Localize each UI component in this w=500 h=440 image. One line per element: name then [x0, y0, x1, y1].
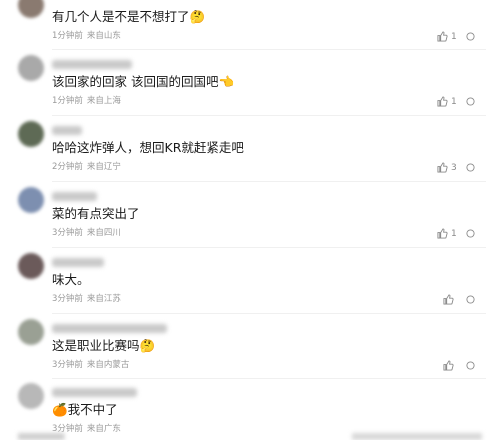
divider: [52, 49, 486, 50]
like-button[interactable]: 1: [437, 96, 457, 107]
comment-time: 3分钟前: [52, 294, 83, 304]
thumbs-up-icon: [437, 31, 448, 42]
reply-icon[interactable]: [466, 97, 475, 106]
comment-location: 来自四川: [86, 228, 121, 238]
comment-time: 1分钟前: [52, 96, 83, 106]
divider: [52, 181, 486, 182]
comment-meta: 3分钟前 来自内蒙古: [52, 360, 129, 371]
like-count: 3: [451, 162, 457, 173]
avatar[interactable]: [18, 55, 44, 81]
reply-icon[interactable]: [466, 229, 475, 238]
like-button[interactable]: 1: [437, 31, 457, 42]
username[interactable]: [52, 192, 97, 201]
bottom-blur-strip: [18, 433, 482, 440]
thumbs-up-icon: [437, 96, 448, 107]
comment-text: 哈哈这炸弹人，想回KR就赶紧走吧: [52, 140, 244, 155]
divider: [52, 378, 486, 379]
comment-location: 来自辽宁: [86, 162, 121, 172]
comment-meta: 1分钟前 来自山东: [52, 31, 121, 42]
comment-location: 来自山东: [86, 31, 121, 41]
username[interactable]: [52, 126, 82, 135]
comment-location: 来自上海: [86, 96, 121, 106]
comment-text: 菜的有点突出了: [52, 206, 140, 221]
avatar[interactable]: [18, 0, 44, 18]
like-button[interactable]: [443, 294, 454, 305]
comment-time: 3分钟前: [52, 360, 83, 370]
comment-text: 这是职业比赛吗🤔: [52, 338, 156, 353]
comment-meta: 3分钟前 来自四川: [52, 228, 121, 239]
thumbs-up-icon: [437, 162, 448, 173]
username[interactable]: [52, 324, 167, 333]
divider: [52, 115, 486, 116]
comment-text: 有几个人是不是不想打了🤔: [52, 9, 206, 24]
divider: [52, 313, 486, 314]
avatar[interactable]: [18, 187, 44, 213]
comment-text: 味大。: [52, 272, 90, 287]
comment-location: 来自江苏: [86, 294, 121, 304]
thumbs-up-icon: [443, 360, 454, 371]
username[interactable]: [52, 258, 104, 267]
comment-time: 1分钟前: [52, 31, 83, 41]
like-count: 1: [451, 228, 457, 239]
divider: [52, 247, 486, 248]
like-button[interactable]: 3: [437, 162, 457, 173]
avatar[interactable]: [18, 383, 44, 409]
comment-time: 3分钟前: [52, 228, 83, 238]
avatar[interactable]: [18, 253, 44, 279]
username[interactable]: [52, 388, 137, 397]
like-count: 1: [451, 31, 457, 42]
thumbs-up-icon: [437, 228, 448, 239]
like-button[interactable]: [443, 360, 454, 371]
reply-icon[interactable]: [466, 361, 475, 370]
comment-meta: 1分钟前 来自上海: [52, 96, 121, 107]
avatar[interactable]: [18, 319, 44, 345]
comment-meta: 3分钟前 来自江苏: [52, 294, 121, 305]
comment-meta: 2分钟前 来自辽宁: [52, 162, 121, 173]
thumbs-up-icon: [443, 294, 454, 305]
comment-time: 2分钟前: [52, 162, 83, 172]
like-button[interactable]: 1: [437, 228, 457, 239]
reply-icon[interactable]: [466, 163, 475, 172]
username[interactable]: [52, 60, 132, 69]
avatar[interactable]: [18, 121, 44, 147]
comment-location: 来自内蒙古: [86, 360, 130, 370]
reply-icon[interactable]: [466, 295, 475, 304]
like-count: 1: [451, 96, 457, 107]
comment-text: 该回家的回家 该回国的回国吧👈: [52, 74, 235, 89]
reply-icon[interactable]: [466, 32, 475, 41]
comment-text: 🍊我不中了: [52, 402, 118, 417]
